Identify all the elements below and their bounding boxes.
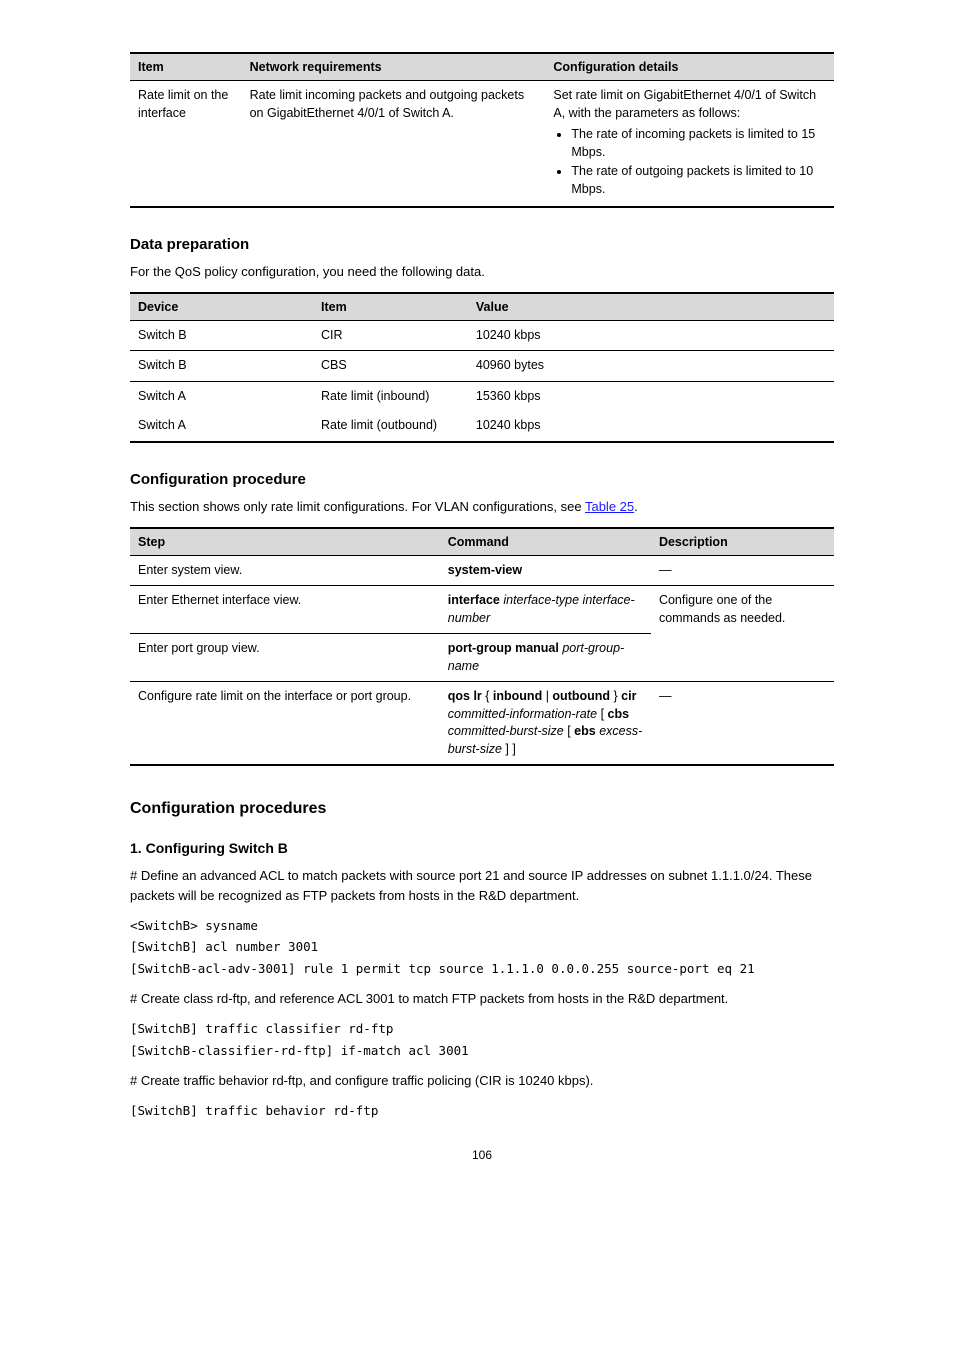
table-data-prep: Device Item Value Switch B CIR 10240 kbp… xyxy=(130,292,834,443)
para-behavior: # Create traffic behavior rd-ftp, and co… xyxy=(130,1071,834,1091)
step-number: 1. xyxy=(130,840,142,856)
code-block-3: [SwitchB] traffic behavior rd-ftp xyxy=(130,1100,834,1121)
t2-h2: Item xyxy=(313,293,468,321)
t1-detail: Set rate limit on GigabitEthernet 4/0/1 … xyxy=(545,81,834,208)
table-cell: Rate limit (outbound) xyxy=(313,411,468,442)
table-cell: interface interface-type interface-numbe… xyxy=(440,586,651,634)
table-cell: Switch B xyxy=(130,351,313,382)
t3-h1: Step xyxy=(130,528,440,556)
table-cell: Enter port group view. xyxy=(130,634,440,682)
t3-h2: Command xyxy=(440,528,651,556)
table-cell: system-view xyxy=(440,555,651,586)
t1-item: Rate limit on the interface xyxy=(130,81,242,208)
table-cell: 15360 kbps xyxy=(468,381,834,411)
data-prep-intro: For the QoS policy configuration, you ne… xyxy=(130,263,834,282)
heading-config-procedures: Configuration procedures xyxy=(130,800,834,818)
step-configuring-switch-b: 1. Configuring Switch B xyxy=(130,840,834,856)
table-cell: Switch B xyxy=(130,320,313,351)
table-cell: — xyxy=(651,555,834,586)
t1-h2: Network requirements xyxy=(242,53,546,81)
code-line: [SwitchB] traffic behavior rd-ftp xyxy=(130,1103,378,1118)
table-cell: Enter Ethernet interface view. xyxy=(130,586,440,634)
table-network-reqs: Item Network requirements Configuration … xyxy=(130,52,834,208)
step-title: Configuring Switch B xyxy=(146,840,288,856)
table-cell: Switch A xyxy=(130,411,313,442)
t3-h3: Description xyxy=(651,528,834,556)
code-line: [SwitchB] acl number 3001 xyxy=(130,939,318,954)
table-config-procedure: Step Command Description Enter system vi… xyxy=(130,527,834,767)
code-line: [SwitchB] traffic classifier rd-ftp xyxy=(130,1021,393,1036)
table-cell: 40960 bytes xyxy=(468,351,834,382)
table-cell: Switch A xyxy=(130,381,313,411)
table-cell: Rate limit (inbound) xyxy=(313,381,468,411)
table-cell: 10240 kbps xyxy=(468,411,834,442)
link-table-25[interactable]: Table 25 xyxy=(585,499,634,514)
t2-h3: Value xyxy=(468,293,834,321)
code-block-2: [SwitchB] traffic classifier rd-ftp [Swi… xyxy=(130,1018,834,1061)
code-block-1: <SwitchB> sysname [SwitchB] acl number 3… xyxy=(130,915,834,979)
table-cell: Configure rate limit on the interface or… xyxy=(130,682,440,766)
heading-config-procedure: Configuration procedure xyxy=(130,471,834,488)
para-acl: # Define an advanced ACL to match packet… xyxy=(130,866,834,905)
table-cell: — xyxy=(651,682,834,766)
t1-req: Rate limit incoming packets and outgoing… xyxy=(242,81,546,208)
table-cell: Enter system view. xyxy=(130,555,440,586)
t1-bullet-1: The rate of incoming packets is limited … xyxy=(571,126,826,161)
heading-data-preparation: Data preparation xyxy=(130,236,834,253)
table-cell: Configure one of the commands as needed. xyxy=(651,586,834,682)
code-line: <SwitchB> sysname xyxy=(130,918,258,933)
code-line: [SwitchB-classifier-rd-ftp] if-match acl… xyxy=(130,1043,469,1058)
t1-bullet-2: The rate of outgoing packets is limited … xyxy=(571,163,826,198)
t1-h1: Item xyxy=(130,53,242,81)
caption-suffix: . xyxy=(634,499,638,514)
table-cell: port-group manual port-group-name xyxy=(440,634,651,682)
t1-detail-intro: Set rate limit on GigabitEthernet 4/0/1 … xyxy=(553,87,826,122)
page-number: 106 xyxy=(130,1148,834,1162)
t1-h3: Configuration details xyxy=(545,53,834,81)
code-line: [SwitchB-acl-adv-3001] rule 1 permit tcp… xyxy=(130,961,755,976)
para-class: # Create class rd-ftp, and reference ACL… xyxy=(130,989,834,1009)
table-cell: CBS xyxy=(313,351,468,382)
caption-prefix: This section shows only rate limit confi… xyxy=(130,499,585,514)
t2-h1: Device xyxy=(130,293,313,321)
config-proc-caption: This section shows only rate limit confi… xyxy=(130,498,834,517)
table-cell: 10240 kbps xyxy=(468,320,834,351)
table-cell: qos lr { inbound | outbound } cir commit… xyxy=(440,682,651,766)
table-cell: CIR xyxy=(313,320,468,351)
